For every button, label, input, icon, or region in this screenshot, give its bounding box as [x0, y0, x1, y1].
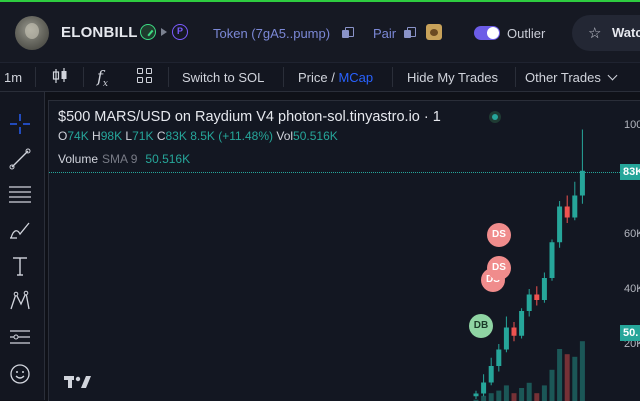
candle-body[interactable]: [557, 206, 563, 243]
price-axis-label: 100: [624, 119, 640, 131]
candle-body[interactable]: [549, 242, 555, 278]
open-value: 74K: [67, 129, 89, 143]
star-icon: ☆: [588, 25, 602, 42]
trend-line-icon[interactable]: [8, 147, 32, 171]
volume-tag: 50.: [620, 325, 640, 341]
price-mcap-separator: /: [327, 70, 339, 85]
copy-icon[interactable]: [342, 27, 354, 38]
indicators-icon[interactable]: fx: [97, 67, 108, 89]
outlier-label: Outlier: [507, 26, 546, 41]
brush-icon[interactable]: [8, 218, 32, 242]
token-name[interactable]: ELONBILL: [61, 24, 138, 41]
pair-link[interactable]: Pair: [373, 26, 396, 41]
price-axis-label: 40K: [624, 283, 640, 295]
pattern-icon[interactable]: [8, 289, 32, 313]
candle-body[interactable]: [579, 170, 585, 196]
toolbar-divider: [283, 67, 284, 87]
token-address-link[interactable]: Token (7gA5..pump): [213, 26, 330, 41]
dev-buy-marker[interactable]: DB: [469, 314, 493, 338]
volume-bar: [526, 382, 532, 401]
dev-sell-marker[interactable]: DS: [487, 256, 511, 280]
toolbar-divider: [515, 67, 516, 87]
volume-bar: [481, 395, 487, 401]
hide-my-trades-button[interactable]: Hide My Trades: [407, 70, 498, 85]
candle-body[interactable]: [534, 294, 540, 301]
token-header: ELONBILL P Token (7gA5..pump) Pair Outli…: [0, 2, 640, 62]
candle-body[interactable]: [511, 327, 517, 336]
candle-body[interactable]: [496, 349, 502, 367]
vol-value: 50.516K: [293, 129, 338, 143]
prediction-icon[interactable]: [8, 325, 32, 349]
volume-bar: [579, 341, 585, 401]
chart-pane[interactable]: $500 MARS/USD on Raydium V4 photon-sol.t…: [48, 100, 640, 401]
low-value: 71K: [132, 129, 154, 143]
volume-bar: [557, 349, 563, 401]
open-label: O: [58, 129, 68, 143]
fib-retracement-icon[interactable]: [8, 182, 32, 206]
volume-bar: [572, 356, 578, 401]
chevron-down-icon: [607, 70, 618, 81]
price-axis-label: 60K: [624, 228, 640, 240]
other-trades-dropdown[interactable]: Other Trades: [525, 70, 618, 85]
volume-bar: [503, 385, 509, 401]
candle-body[interactable]: [564, 206, 570, 218]
play-icon[interactable]: [161, 28, 167, 36]
candle-body[interactable]: [572, 195, 578, 218]
dev-sell-marker[interactable]: DS: [487, 223, 511, 247]
p-badge-icon[interactable]: P: [172, 24, 188, 40]
toolbar-divider: [392, 67, 393, 87]
toolbar-divider: [35, 67, 36, 87]
emoji-icon[interactable]: [8, 362, 32, 386]
tradingview-logo-icon[interactable]: [64, 373, 92, 391]
candles-icon[interactable]: [51, 67, 69, 85]
last-price-tag: 83K: [620, 164, 640, 180]
switch-to-sol-button[interactable]: Switch to SOL: [182, 70, 264, 85]
candle-body[interactable]: [488, 366, 494, 383]
other-trades-label: Other Trades: [525, 70, 601, 85]
vol-label: Vol: [276, 129, 294, 143]
volume-label: Volume: [58, 152, 99, 166]
high-value: 98K: [100, 129, 123, 143]
watchlist-button[interactable]: ☆ Watc: [572, 15, 640, 51]
layout-grid-icon[interactable]: [137, 68, 153, 84]
volume-bar: [564, 354, 570, 401]
interval-selector[interactable]: 1m: [4, 70, 22, 85]
toolbar-divider: [83, 67, 84, 87]
change-value: 8.5K (+11.48%): [190, 129, 274, 143]
outlier-toggle[interactable]: [474, 26, 500, 40]
ohlc-legend: O74K H98K L71K C83K 8.5K (+11.48%) Vol50…: [58, 129, 338, 143]
chart-title: $500 MARS/USD on Raydium V4 photon-sol.t…: [58, 109, 441, 125]
chart-toolbar: 1m fx Switch to SOL Price / MCap Hide My…: [0, 62, 640, 92]
volume-bar: [496, 390, 502, 401]
crosshair-icon[interactable]: [8, 112, 32, 136]
drawing-toolbar: [0, 92, 45, 400]
volume-value: 50.516K: [145, 152, 191, 166]
live-status-icon: [489, 111, 501, 123]
last-price-line: [49, 172, 620, 173]
candle-body[interactable]: [526, 294, 532, 312]
volume-bar: [519, 388, 525, 401]
copy-icon[interactable]: [404, 27, 416, 38]
candle-body[interactable]: [541, 278, 547, 300]
mcap-option[interactable]: MCap: [338, 70, 373, 85]
check-circle-icon[interactable]: [140, 24, 156, 40]
candlestick-chart[interactable]: [49, 101, 640, 401]
high-label: H: [92, 129, 101, 143]
close-value: 83K: [165, 129, 187, 143]
price-mcap-toggle[interactable]: Price / MCap: [298, 70, 373, 85]
sma-label: SMA 9: [102, 152, 138, 166]
dex-logo-icon[interactable]: [426, 24, 442, 40]
price-option[interactable]: Price: [298, 70, 328, 85]
candle-body[interactable]: [503, 327, 509, 350]
candle-body[interactable]: [519, 311, 525, 336]
volume-bar: [549, 369, 555, 401]
volume-bar: [541, 385, 547, 401]
volume-legend[interactable]: Volume SMA 9 50.516K: [58, 152, 190, 166]
candle-body[interactable]: [481, 382, 487, 394]
token-avatar[interactable]: [15, 16, 49, 50]
watchlist-label: Watc: [612, 25, 640, 40]
toolbar-divider: [168, 67, 169, 87]
candle-body[interactable]: [473, 393, 479, 397]
text-tool-icon[interactable]: [8, 254, 32, 278]
